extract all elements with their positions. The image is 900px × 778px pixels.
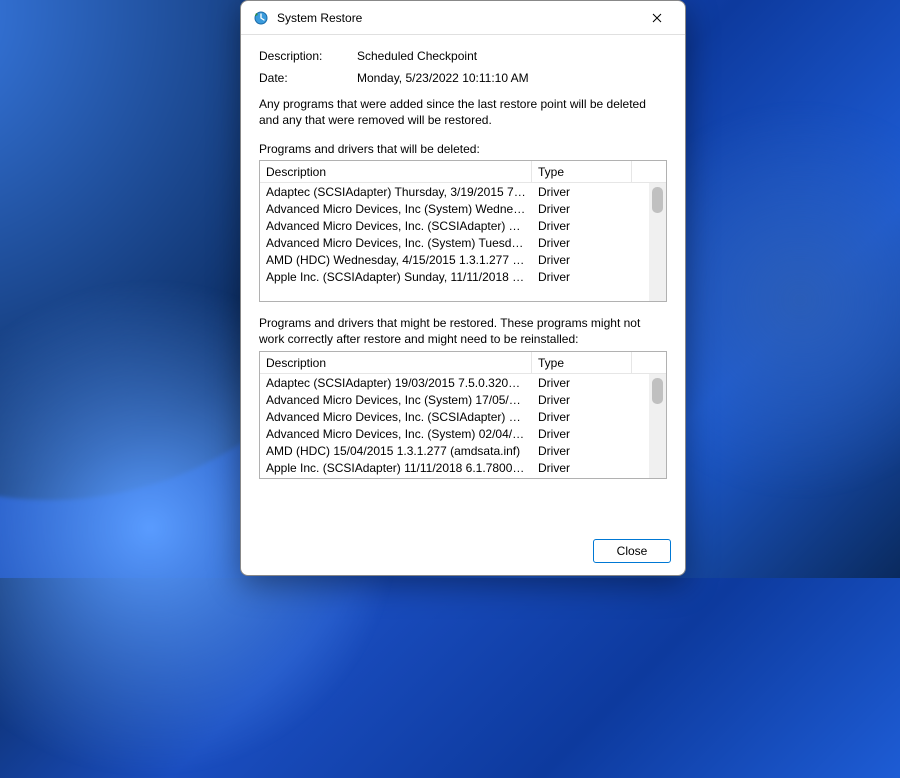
table-row[interactable]: Apple Inc. (SCSIAdapter) Sunday, 11/11/2… bbox=[260, 268, 666, 285]
table-row[interactable]: Advanced Micro Devices, Inc. (SCSIAdapte… bbox=[260, 408, 666, 425]
cell-description: AMD (HDC) Wednesday, 4/15/2015 1.3.1.277… bbox=[260, 253, 532, 267]
column-header-type[interactable]: Type bbox=[532, 352, 632, 373]
table-header: Description Type bbox=[260, 161, 666, 183]
cell-type: Driver bbox=[532, 461, 632, 475]
date-row: Date: Monday, 5/23/2022 10:11:10 AM bbox=[259, 71, 667, 85]
content-area: Description: Scheduled Checkpoint Date: … bbox=[241, 35, 685, 529]
titlebar: System Restore bbox=[241, 1, 685, 35]
description-label: Description: bbox=[259, 49, 357, 63]
system-restore-icon bbox=[253, 10, 269, 26]
info-text: Any programs that were added since the l… bbox=[259, 97, 667, 128]
close-dialog-button[interactable]: Close bbox=[593, 539, 671, 563]
cell-description: AMD (HDC) 15/04/2015 1.3.1.277 (amdsata.… bbox=[260, 444, 532, 458]
cell-type: Driver bbox=[532, 185, 632, 199]
table-row[interactable]: Advanced Micro Devices, Inc. (SCSIAdapte… bbox=[260, 217, 666, 234]
cell-description: Apple Inc. (SCSIAdapter) Sunday, 11/11/2… bbox=[260, 270, 532, 284]
scrollbar-thumb[interactable] bbox=[652, 378, 663, 404]
cell-type: Driver bbox=[532, 444, 632, 458]
table-row[interactable]: Advanced Micro Devices, Inc (System) 17/… bbox=[260, 391, 666, 408]
restored-table: Description Type Adaptec (SCSIAdapter) 1… bbox=[259, 351, 667, 479]
table-row[interactable]: Advanced Micro Devices, Inc (System) Wed… bbox=[260, 200, 666, 217]
cell-description: Adaptec (SCSIAdapter) 19/03/2015 7.5.0.3… bbox=[260, 376, 532, 390]
cell-description: Advanced Micro Devices, Inc (System) 17/… bbox=[260, 393, 532, 407]
cell-type: Driver bbox=[532, 219, 632, 233]
table-row[interactable]: Apple Inc. (SCSIAdapter) 11/11/2018 6.1.… bbox=[260, 459, 666, 476]
cell-type: Driver bbox=[532, 393, 632, 407]
restored-section-label: Programs and drivers that might be resto… bbox=[259, 316, 667, 347]
cell-type: Driver bbox=[532, 427, 632, 441]
cell-type: Driver bbox=[532, 376, 632, 390]
window-title: System Restore bbox=[277, 11, 637, 25]
table-header: Description Type bbox=[260, 352, 666, 374]
cell-description: Advanced Micro Devices, Inc. (SCSIAdapte… bbox=[260, 219, 532, 233]
table-row[interactable]: Advanced Micro Devices, Inc. (System) Tu… bbox=[260, 234, 666, 251]
description-row: Description: Scheduled Checkpoint bbox=[259, 49, 667, 63]
deleted-section-label: Programs and drivers that will be delete… bbox=[259, 142, 667, 156]
cell-type: Driver bbox=[532, 270, 632, 284]
column-header-description[interactable]: Description bbox=[260, 352, 532, 373]
date-label: Date: bbox=[259, 71, 357, 85]
close-button[interactable] bbox=[637, 4, 677, 32]
close-icon bbox=[652, 13, 662, 23]
table-row[interactable]: AMD (HDC) Wednesday, 4/15/2015 1.3.1.277… bbox=[260, 251, 666, 268]
table-body: Adaptec (SCSIAdapter) Thursday, 3/19/201… bbox=[260, 183, 666, 301]
cell-description: Apple Inc. (SCSIAdapter) 11/11/2018 6.1.… bbox=[260, 461, 532, 475]
table-row[interactable]: Adaptec (SCSIAdapter) 19/03/2015 7.5.0.3… bbox=[260, 374, 666, 391]
column-header-description[interactable]: Description bbox=[260, 161, 532, 182]
deleted-table: Description Type Adaptec (SCSIAdapter) T… bbox=[259, 160, 667, 302]
cell-description: Advanced Micro Devices, Inc. (System) Tu… bbox=[260, 236, 532, 250]
cell-type: Driver bbox=[532, 253, 632, 267]
column-header-type[interactable]: Type bbox=[532, 161, 632, 182]
cell-description: Advanced Micro Devices, Inc. (System) 02… bbox=[260, 427, 532, 441]
cell-description: Advanced Micro Devices, Inc (System) Wed… bbox=[260, 202, 532, 216]
scrollbar[interactable] bbox=[649, 374, 666, 478]
table-body: Adaptec (SCSIAdapter) 19/03/2015 7.5.0.3… bbox=[260, 374, 666, 478]
table-row[interactable]: AMD (HDC) 15/04/2015 1.3.1.277 (amdsata.… bbox=[260, 442, 666, 459]
cell-description: Adaptec (SCSIAdapter) Thursday, 3/19/201… bbox=[260, 185, 532, 199]
table-row[interactable]: Advanced Micro Devices, Inc. (System) 02… bbox=[260, 425, 666, 442]
date-value: Monday, 5/23/2022 10:11:10 AM bbox=[357, 71, 529, 85]
cell-type: Driver bbox=[532, 410, 632, 424]
cell-type: Driver bbox=[532, 202, 632, 216]
cell-type: Driver bbox=[532, 236, 632, 250]
table-row[interactable]: Adaptec (SCSIAdapter) Thursday, 3/19/201… bbox=[260, 183, 666, 200]
system-restore-dialog: System Restore Description: Scheduled Ch… bbox=[240, 0, 686, 576]
dialog-footer: Close bbox=[241, 529, 685, 575]
scrollbar-thumb[interactable] bbox=[652, 187, 663, 213]
scrollbar[interactable] bbox=[649, 183, 666, 301]
cell-description: Advanced Micro Devices, Inc. (SCSIAdapte… bbox=[260, 410, 532, 424]
description-value: Scheduled Checkpoint bbox=[357, 49, 477, 63]
